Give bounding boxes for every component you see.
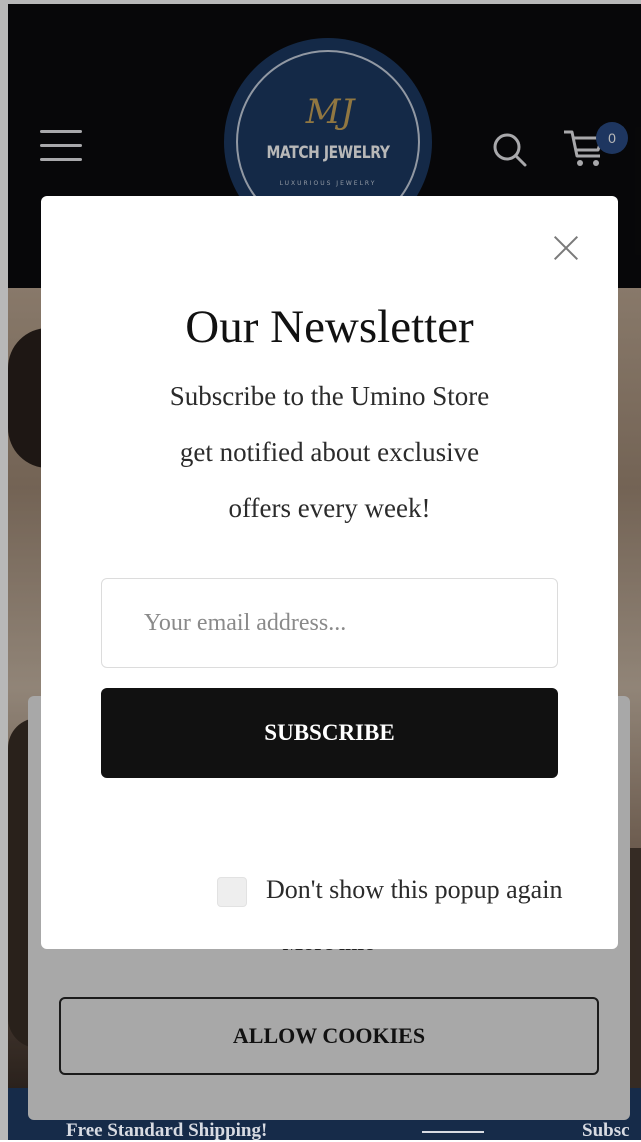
- popup-description-line: Subscribe to the Umino Store: [169, 381, 490, 411]
- allow-cookies-button[interactable]: ALLOW COOKIES: [59, 997, 599, 1075]
- close-icon[interactable]: [548, 230, 584, 266]
- popup-description-line: offers every week!: [228, 493, 431, 523]
- popup-description-line: get notified about exclusive: [179, 437, 480, 467]
- ticker-item: Free Standard Shipping!: [66, 1120, 268, 1141]
- dont-show-checkbox[interactable]: [217, 877, 247, 907]
- ticker-divider: [422, 1131, 484, 1133]
- ticker-item: Subsc: [582, 1120, 630, 1141]
- subscribe-button[interactable]: SUBSCRIBE: [101, 688, 558, 778]
- email-field[interactable]: [101, 578, 558, 668]
- popup-title: Our Newsletter: [185, 301, 474, 353]
- dont-show-label[interactable]: Don't show this popup again: [266, 875, 562, 905]
